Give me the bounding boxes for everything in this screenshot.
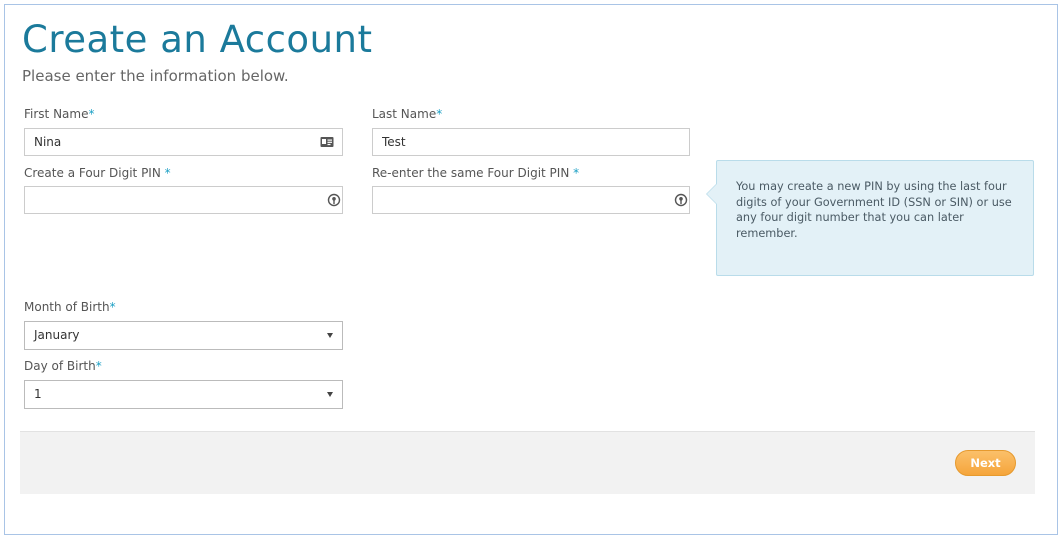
chevron-down-icon xyxy=(327,333,333,338)
pin-confirm-label: Re-enter the same Four Digit PIN * xyxy=(372,166,580,180)
pin-confirm-input[interactable] xyxy=(372,186,690,214)
tooltip-text: You may create a new PIN by using the la… xyxy=(736,180,1012,240)
required-mark: * xyxy=(88,107,95,121)
chevron-down-icon xyxy=(327,392,333,397)
day-of-birth-label: Day of Birth* xyxy=(24,359,102,373)
pin-label: Create a Four Digit PIN * xyxy=(24,166,171,180)
pin-input[interactable] xyxy=(24,186,343,214)
page-subtitle: Please enter the information below. xyxy=(22,67,289,85)
required-mark: * xyxy=(573,166,580,180)
page-title: Create an Account xyxy=(22,18,373,61)
key-icon[interactable] xyxy=(674,193,688,207)
required-mark: * xyxy=(436,107,443,121)
required-mark: * xyxy=(109,300,116,314)
contact-card-icon[interactable] xyxy=(320,135,334,149)
required-mark: * xyxy=(95,359,102,373)
next-button[interactable]: Next xyxy=(955,450,1016,476)
day-of-birth-value: 1 xyxy=(34,387,42,401)
required-mark: * xyxy=(164,166,171,180)
last-name-label: Last Name* xyxy=(372,107,443,121)
month-of-birth-value: January xyxy=(34,328,80,342)
form-footer xyxy=(20,431,1035,494)
month-of-birth-select[interactable]: January xyxy=(24,321,343,350)
last-name-input[interactable] xyxy=(372,128,690,156)
pin-help-tooltip: You may create a new PIN by using the la… xyxy=(706,160,1034,276)
month-of-birth-label: Month of Birth* xyxy=(24,300,116,314)
first-name-label: First Name* xyxy=(24,107,95,121)
day-of-birth-select[interactable]: 1 xyxy=(24,380,343,409)
first-name-input[interactable] xyxy=(24,128,343,156)
key-icon[interactable] xyxy=(327,193,341,207)
tooltip-arrow-fill xyxy=(707,184,717,204)
